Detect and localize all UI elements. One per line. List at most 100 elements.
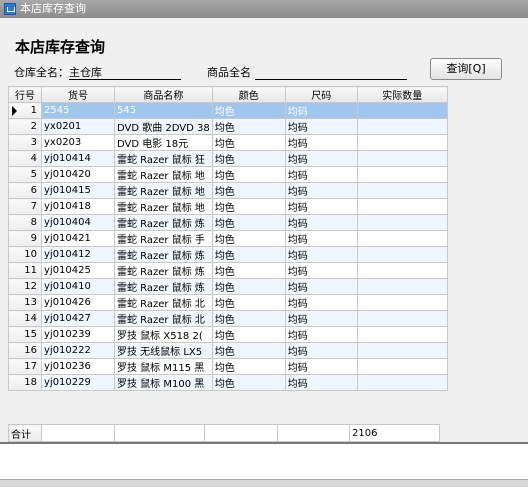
row-number-cell[interactable]: 7	[8, 198, 42, 215]
column-header-color[interactable]: 颜色	[211, 86, 286, 103]
row-number-cell[interactable]: 17	[8, 358, 42, 375]
size-cell[interactable]: 均码	[284, 310, 358, 327]
size-cell[interactable]: 均码	[284, 102, 358, 119]
quantity-cell[interactable]	[356, 102, 448, 119]
column-header-actual-quantity[interactable]: 实际数量	[356, 86, 448, 103]
quantity-cell[interactable]	[356, 150, 448, 167]
color-cell[interactable]: 均色	[211, 294, 286, 311]
product-name-cell[interactable]: 雷蛇 Razer 鼠标 手	[114, 230, 213, 247]
item-code-cell[interactable]: 2545	[41, 102, 115, 119]
color-cell[interactable]: 均色	[211, 230, 286, 247]
size-cell[interactable]: 均码	[284, 182, 358, 199]
quantity-cell[interactable]	[356, 326, 448, 343]
product-name-cell[interactable]: 雷蛇 Razer 鼠标 地	[114, 166, 213, 183]
row-number-cell[interactable]: 10	[8, 246, 42, 263]
quantity-cell[interactable]	[356, 118, 448, 135]
size-cell[interactable]: 均码	[284, 214, 358, 231]
quantity-cell[interactable]	[356, 374, 448, 391]
item-code-cell[interactable]: yj010421	[41, 230, 115, 247]
color-cell[interactable]: 均色	[211, 134, 286, 151]
row-number-cell[interactable]: 12	[8, 278, 42, 295]
product-input[interactable]	[254, 66, 407, 80]
table-row[interactable]: 12 yj010410 雷蛇 Razer 鼠标 炼均色 均码	[8, 278, 448, 295]
row-number-cell[interactable]: 2	[8, 118, 42, 135]
size-cell[interactable]: 均码	[284, 342, 358, 359]
color-cell[interactable]: 均色	[211, 374, 286, 391]
item-code-cell[interactable]: yj010229	[41, 374, 115, 391]
quantity-cell[interactable]	[356, 198, 448, 215]
table-row[interactable]: 7 yj010418 雷蛇 Razer 鼠标 地均色 均码	[8, 198, 448, 215]
quantity-cell[interactable]	[356, 134, 448, 151]
row-number-cell[interactable]: 15	[8, 326, 42, 343]
warehouse-input[interactable]: 主仓库	[69, 66, 181, 80]
size-cell[interactable]: 均码	[284, 118, 358, 135]
row-number-cell[interactable]: 18	[8, 374, 42, 391]
row-number-cell[interactable]: 16	[8, 342, 42, 359]
table-row[interactable]: 18 yj010229 罗技 鼠标 M100 黑均色 均码	[8, 374, 448, 391]
product-name-cell[interactable]: DVD 歌曲 2DVD 38	[114, 118, 213, 135]
item-code-cell[interactable]: yj010239	[41, 326, 115, 343]
table-row[interactable]: 3 yx0203 DVD 电影 18元 均色 均码	[8, 134, 448, 151]
color-cell[interactable]: 均色	[211, 358, 286, 375]
size-cell[interactable]: 均码	[284, 166, 358, 183]
color-cell[interactable]: 均色	[211, 310, 286, 327]
table-row[interactable]: 13 yj010426 雷蛇 Razer 鼠标 北均色 均码	[8, 294, 448, 311]
product-name-cell[interactable]: 雷蛇 Razer 鼠标 炼	[114, 214, 213, 231]
item-code-cell[interactable]: yj010412	[41, 246, 115, 263]
table-row[interactable]: 10 yj010412 雷蛇 Razer 鼠标 炼均色 均码	[8, 246, 448, 263]
product-name-cell[interactable]: 雷蛇 Razer 鼠标 地	[114, 182, 213, 199]
item-code-cell[interactable]: yj010414	[41, 150, 115, 167]
size-cell[interactable]: 均码	[284, 374, 358, 391]
product-name-cell[interactable]: 雷蛇 Razer 鼠标 炼	[114, 278, 213, 295]
color-cell[interactable]: 均色	[211, 150, 286, 167]
quantity-cell[interactable]	[356, 342, 448, 359]
row-number-cell[interactable]: 9	[8, 230, 42, 247]
size-cell[interactable]: 均码	[284, 326, 358, 343]
product-name-cell[interactable]: 罗技 无线鼠标 LX5	[114, 342, 213, 359]
item-code-cell[interactable]: yx0201	[41, 118, 115, 135]
quantity-cell[interactable]	[356, 294, 448, 311]
item-code-cell[interactable]: yj010222	[41, 342, 115, 359]
product-name-cell[interactable]: 罗技 鼠标 M115 黑	[114, 358, 213, 375]
product-name-cell[interactable]: 雷蛇 Razer 鼠标 北	[114, 310, 213, 327]
item-code-cell[interactable]: yj010410	[41, 278, 115, 295]
item-code-cell[interactable]: yj010415	[41, 182, 115, 199]
size-cell[interactable]: 均码	[284, 278, 358, 295]
item-code-cell[interactable]: yj010426	[41, 294, 115, 311]
quantity-cell[interactable]	[356, 278, 448, 295]
quantity-cell[interactable]	[356, 182, 448, 199]
product-name-cell[interactable]: 雷蛇 Razer 鼠标 北	[114, 294, 213, 311]
size-cell[interactable]: 均码	[284, 230, 358, 247]
row-number-cell[interactable]: 13	[8, 294, 42, 311]
table-row[interactable]: 8 yj010404 雷蛇 Razer 鼠标 炼均色 均码	[8, 214, 448, 231]
row-number-cell[interactable]: 14	[8, 310, 42, 327]
table-row[interactable]: 1 2545 545 均色 均码	[8, 102, 448, 119]
size-cell[interactable]: 均码	[284, 246, 358, 263]
column-header-size[interactable]: 尺码	[284, 86, 358, 103]
table-row[interactable]: 14 yj010427 雷蛇 Razer 鼠标 北均色 均码	[8, 310, 448, 327]
color-cell[interactable]: 均色	[211, 118, 286, 135]
quantity-cell[interactable]	[356, 262, 448, 279]
row-number-cell[interactable]: 11	[8, 262, 42, 279]
color-cell[interactable]: 均色	[211, 214, 286, 231]
color-cell[interactable]: 均色	[211, 342, 286, 359]
quantity-cell[interactable]	[356, 358, 448, 375]
color-cell[interactable]: 均色	[211, 182, 286, 199]
column-header-item-code[interactable]: 货号	[41, 86, 115, 103]
item-code-cell[interactable]: yj010418	[41, 198, 115, 215]
product-name-cell[interactable]: 罗技 鼠标 M100 黑	[114, 374, 213, 391]
table-row[interactable]: 17 yj010236 罗技 鼠标 M115 黑均色 均码	[8, 358, 448, 375]
color-cell[interactable]: 均色	[211, 246, 286, 263]
quantity-cell[interactable]	[356, 246, 448, 263]
row-number-cell[interactable]: 6	[8, 182, 42, 199]
quantity-cell[interactable]	[356, 214, 448, 231]
row-number-cell[interactable]: 4	[8, 150, 42, 167]
row-number-cell[interactable]: 1	[8, 102, 42, 119]
color-cell[interactable]: 均色	[211, 278, 286, 295]
item-code-cell[interactable]: yx0203	[41, 134, 115, 151]
column-header-row-number[interactable]: 行号	[8, 86, 42, 103]
table-row[interactable]: 9 yj010421 雷蛇 Razer 鼠标 手均色 均码	[8, 230, 448, 247]
color-cell[interactable]: 均色	[211, 198, 286, 215]
table-row[interactable]: 16 yj010222 罗技 无线鼠标 LX5 均色 均码	[8, 342, 448, 359]
color-cell[interactable]: 均色	[211, 326, 286, 343]
